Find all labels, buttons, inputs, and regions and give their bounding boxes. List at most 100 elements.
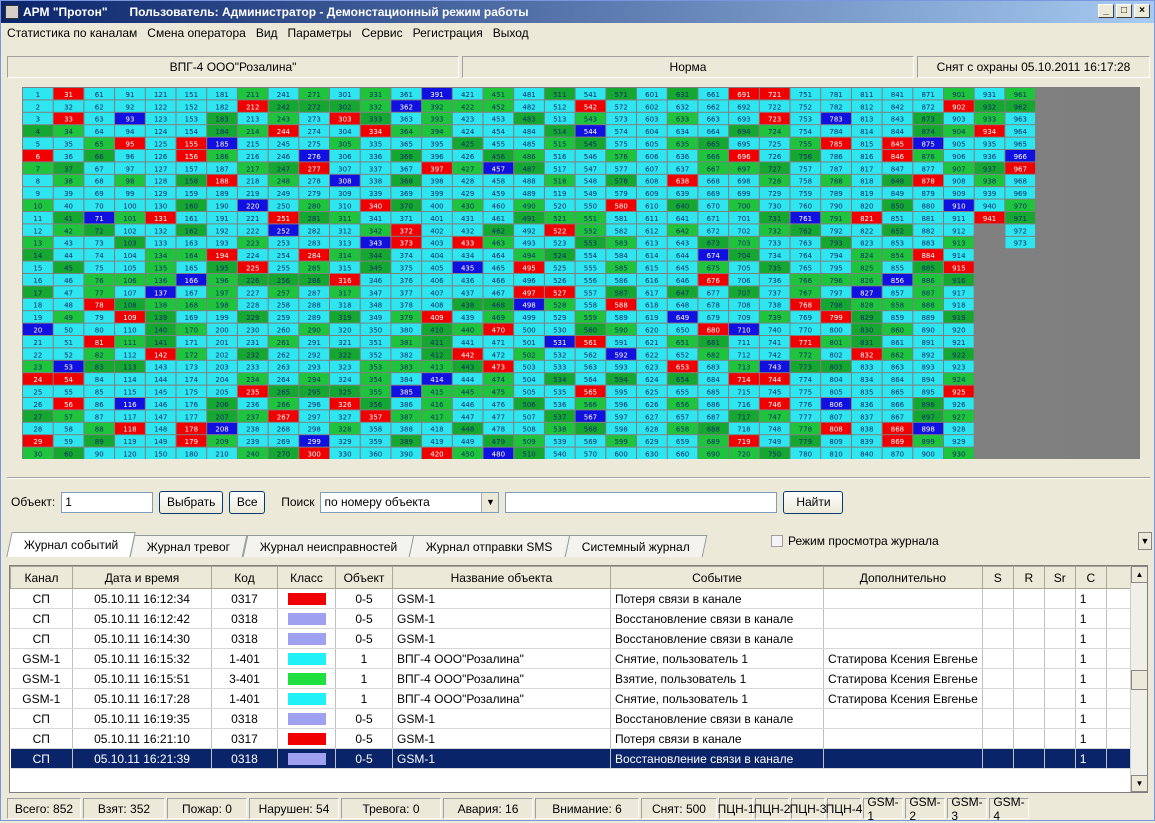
object-cell[interactable] bbox=[1036, 323, 1066, 335]
object-cell[interactable] bbox=[1005, 360, 1036, 373]
scroll-down-icon[interactable]: ▼ bbox=[1131, 775, 1147, 792]
object-cell[interactable] bbox=[1036, 100, 1066, 112]
table-row[interactable]: СП 05.10.11 16:19:35 0318 0-5 GSM-1 Восстанов… bbox=[10, 708, 1131, 729]
table-row[interactable]: GSM-1 05.10.11 16:17:28 1-401 1 ВПГ-4 ООО"Ро… bbox=[10, 688, 1131, 709]
object-cell[interactable] bbox=[974, 348, 1005, 360]
object-cell[interactable] bbox=[974, 410, 1005, 422]
table-row[interactable]: GSM-1 05.10.11 16:15:32 1-401 1 ВПГ-4 ООО"Ро… bbox=[10, 648, 1131, 669]
menu-change-operator[interactable]: Смена оператора bbox=[147, 26, 246, 40]
object-grid[interactable]: 1 2 3 4 5 6 7 8 9 10 11 12 13 14 15 16 17 18 19 20 21 22 23 24 2… bbox=[22, 87, 1140, 459]
object-cell[interactable] bbox=[974, 261, 1005, 273]
search-mode-select[interactable]: по номеру объекта ▼ bbox=[320, 491, 500, 513]
col-channel[interactable]: Канал bbox=[10, 566, 73, 589]
dropdown-arrow-icon[interactable]: ▼ bbox=[481, 492, 499, 512]
object-cell[interactable] bbox=[1005, 422, 1036, 435]
object-cell[interactable] bbox=[1005, 410, 1036, 422]
object-cell[interactable] bbox=[1036, 137, 1066, 149]
object-cell[interactable] bbox=[1036, 162, 1066, 174]
splitter[interactable] bbox=[7, 477, 1150, 479]
object-cell[interactable] bbox=[1036, 398, 1066, 410]
object-cell[interactable] bbox=[1005, 336, 1036, 348]
tab-system-log[interactable]: Системный журнал bbox=[564, 535, 707, 557]
object-cell[interactable] bbox=[1036, 236, 1066, 249]
scroll-thumb[interactable] bbox=[1131, 670, 1147, 690]
object-cell[interactable] bbox=[1036, 261, 1066, 273]
tab-fault-log[interactable]: Журнал неисправностей bbox=[242, 535, 415, 557]
object-cell[interactable] bbox=[974, 311, 1005, 323]
tab-scroll-arrow-icon[interactable]: ▼ bbox=[1138, 532, 1152, 550]
object-cell[interactable] bbox=[1036, 274, 1066, 286]
object-cell[interactable] bbox=[974, 447, 1005, 459]
object-cell[interactable] bbox=[1005, 373, 1036, 385]
object-cell[interactable] bbox=[1005, 261, 1036, 273]
object-cell[interactable] bbox=[1036, 224, 1066, 236]
col-code[interactable]: Код bbox=[211, 566, 278, 589]
object-cell[interactable] bbox=[974, 360, 1005, 373]
object-cell[interactable] bbox=[1036, 286, 1066, 298]
view-mode[interactable]: Режим просмотра журнала bbox=[771, 534, 939, 548]
view-mode-checkbox[interactable] bbox=[771, 535, 783, 547]
menu-statistics[interactable]: Статистика по каналам bbox=[7, 26, 137, 40]
object-cell[interactable] bbox=[1036, 88, 1066, 100]
col-s[interactable]: S bbox=[981, 566, 1014, 589]
object-cell[interactable] bbox=[1036, 422, 1066, 435]
menu-registration[interactable]: Регистрация bbox=[413, 26, 483, 40]
col-sr[interactable]: Sr bbox=[1043, 566, 1076, 589]
menu-parameters[interactable]: Параметры bbox=[288, 26, 352, 40]
object-cell[interactable] bbox=[974, 286, 1005, 298]
object-cell[interactable] bbox=[1005, 348, 1036, 360]
object-cell[interactable] bbox=[1036, 112, 1066, 125]
col-c[interactable]: C bbox=[1074, 566, 1107, 589]
object-cell[interactable] bbox=[1036, 348, 1066, 360]
object-cell[interactable] bbox=[1036, 336, 1066, 348]
object-cell[interactable] bbox=[974, 422, 1005, 435]
tab-event-log[interactable]: Журнал событий bbox=[6, 532, 137, 557]
object-cell[interactable] bbox=[1036, 298, 1066, 311]
object-cell[interactable] bbox=[974, 224, 1005, 236]
object-cell[interactable] bbox=[1005, 398, 1036, 410]
vertical-scrollbar[interactable]: ▲ ▼ bbox=[1130, 566, 1147, 792]
object-cell[interactable] bbox=[1036, 249, 1066, 261]
object-cell[interactable] bbox=[1036, 212, 1066, 224]
table-row[interactable]: СП 05.10.11 16:21:39 0318 0-5 GSM-1 Восстанов… bbox=[10, 748, 1131, 769]
col-datetime[interactable]: Дата и время bbox=[72, 566, 212, 589]
col-r[interactable]: R bbox=[1012, 566, 1045, 589]
object-cell[interactable] bbox=[974, 336, 1005, 348]
close-button[interactable]: × bbox=[1134, 4, 1150, 18]
object-cell[interactable] bbox=[974, 435, 1005, 447]
object-cell[interactable] bbox=[1036, 435, 1066, 447]
object-input[interactable]: 1 bbox=[61, 491, 154, 513]
table-row[interactable]: СП 05.10.11 16:12:42 0318 0-5 GSM-1 Восстанов… bbox=[10, 608, 1131, 629]
col-event[interactable]: Событие bbox=[610, 566, 824, 589]
table-row[interactable]: GSM-1 05.10.11 16:15:51 3-401 1 ВПГ-4 ООО"Ро… bbox=[10, 668, 1131, 689]
object-cell[interactable] bbox=[1036, 447, 1066, 459]
object-cell[interactable] bbox=[1036, 174, 1066, 187]
table-row[interactable]: СП 05.10.11 16:12:34 0317 0-5 GSM-1 Потеря св… bbox=[10, 588, 1131, 609]
tab-alarm-log[interactable]: Журнал тревог bbox=[130, 535, 248, 557]
object-cell[interactable] bbox=[974, 385, 1005, 397]
object-cell[interactable] bbox=[1036, 385, 1066, 397]
menu-exit[interactable]: Выход bbox=[493, 26, 529, 40]
object-cell[interactable] bbox=[974, 398, 1005, 410]
col-additional[interactable]: Дополнительно bbox=[823, 566, 983, 589]
col-object-name[interactable]: Название объекта bbox=[392, 566, 611, 589]
object-cell[interactable] bbox=[1005, 249, 1036, 261]
all-button[interactable]: Все bbox=[229, 490, 266, 514]
select-button[interactable]: Выбрать bbox=[159, 490, 224, 514]
object-cell[interactable] bbox=[1036, 187, 1066, 199]
menu-service[interactable]: Сервис bbox=[362, 26, 403, 40]
object-cell[interactable] bbox=[1036, 311, 1066, 323]
object-cell[interactable] bbox=[1005, 435, 1036, 447]
table-row[interactable]: СП 05.10.11 16:14:30 0318 0-5 GSM-1 Восстанов… bbox=[10, 628, 1131, 649]
object-cell[interactable] bbox=[974, 236, 1005, 249]
find-button[interactable]: Найти bbox=[783, 490, 844, 514]
object-cell[interactable] bbox=[1036, 373, 1066, 385]
object-cell[interactable] bbox=[1005, 298, 1036, 311]
table-row[interactable]: СП 05.10.11 16:21:10 0317 0-5 GSM-1 Потеря св… bbox=[10, 728, 1131, 749]
minimize-button[interactable]: _ bbox=[1098, 4, 1114, 18]
menu-view[interactable]: Вид bbox=[256, 26, 278, 40]
object-cell[interactable] bbox=[974, 373, 1005, 385]
object-cell[interactable] bbox=[1036, 150, 1066, 162]
scroll-up-icon[interactable]: ▲ bbox=[1131, 566, 1147, 583]
object-cell[interactable] bbox=[1036, 410, 1066, 422]
